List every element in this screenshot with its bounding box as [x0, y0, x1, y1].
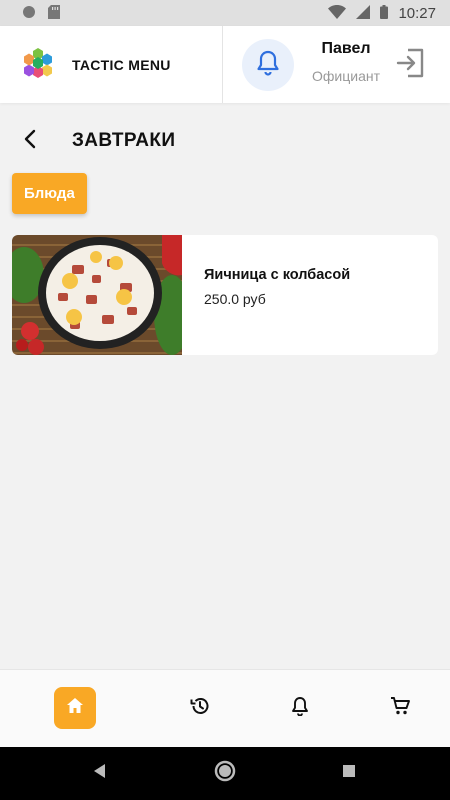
user-area: Павел Официант: [223, 26, 450, 103]
system-nav-bar: [0, 747, 450, 800]
status-time: 10:27: [398, 4, 436, 22]
home-icon: [66, 697, 84, 719]
nav-home[interactable]: [54, 687, 96, 729]
brand: TACTIC MENU: [0, 26, 223, 103]
logout-icon: [396, 48, 426, 82]
app-header: TACTIC MENU Павел Официант: [0, 26, 450, 103]
history-icon: [190, 696, 210, 720]
bell-icon: [256, 50, 280, 80]
circle-home-icon: [214, 760, 236, 786]
nav-cart[interactable]: [380, 688, 420, 728]
wifi-icon: [328, 4, 347, 23]
sd-card-icon: [48, 4, 60, 23]
category-chip-dishes[interactable]: Блюда: [12, 173, 87, 214]
cart-icon: [390, 696, 410, 720]
system-home-button[interactable]: [213, 760, 237, 786]
section-header: ЗАВТРАКИ: [24, 126, 175, 156]
triangle-back-icon: [92, 763, 108, 783]
logout-button[interactable]: [394, 48, 428, 82]
battery-icon: [380, 4, 389, 23]
page-title: ЗАВТРАКИ: [72, 130, 176, 151]
chevron-left-icon: [24, 129, 36, 153]
dish-card[interactable]: Яичница с колбасой 250.0 руб: [12, 235, 438, 355]
bottom-nav: [0, 669, 450, 747]
user-role: Официант: [312, 68, 380, 84]
nav-notifications[interactable]: [280, 688, 320, 728]
user-name: Павел: [321, 40, 371, 57]
dish-image: [12, 235, 190, 355]
notification-dot-icon: [22, 4, 36, 23]
status-bar: 10:27: [0, 0, 450, 26]
back-button[interactable]: [24, 126, 52, 156]
signal-icon: [356, 4, 371, 23]
system-recents-button[interactable]: [337, 761, 361, 785]
dish-price: 250.0 руб: [204, 291, 266, 307]
brand-title: TACTIC MENU: [72, 56, 171, 73]
dish-info: Яичница с колбасой 250.0 руб: [182, 235, 350, 355]
user-info: Павел Официант: [305, 40, 387, 84]
nav-history[interactable]: [180, 688, 220, 728]
dish-name: Яичница с колбасой: [204, 267, 351, 283]
notifications-button[interactable]: [242, 38, 294, 91]
square-recents-icon: [341, 763, 357, 783]
bell-icon: [291, 696, 309, 720]
system-back-button[interactable]: [88, 761, 112, 785]
category-chip-label: Блюда: [24, 185, 75, 202]
hexagon-cluster-logo: [22, 47, 54, 83]
